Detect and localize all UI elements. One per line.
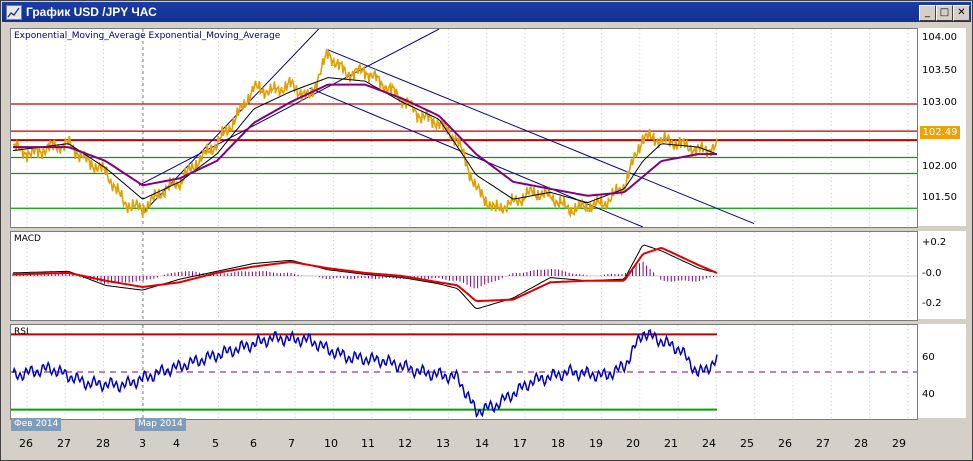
day-label: 6 — [250, 437, 257, 450]
price-tick: 101.50 — [922, 192, 957, 203]
rsi-panel-label: RSI — [14, 327, 29, 337]
chart-app-icon — [6, 5, 22, 20]
day-label: 27 — [816, 437, 830, 450]
rsi-tick: 40 — [922, 389, 935, 400]
day-label: 3 — [139, 437, 146, 450]
day-label: 21 — [664, 437, 678, 450]
day-label: 25 — [740, 437, 754, 450]
day-label: 11 — [361, 437, 375, 450]
macd-tick: -0.0 — [922, 268, 942, 279]
title-bar[interactable]: График USD /JPY ЧАС _ □ ✕ — [2, 2, 971, 22]
day-label: 28 — [96, 437, 110, 450]
day-label: 26 — [778, 437, 792, 450]
current-price-badge: 102.49 — [920, 126, 960, 139]
rsi-axis: 60 40 — [918, 324, 966, 418]
close-button[interactable]: ✕ — [953, 5, 970, 21]
day-label: 12 — [398, 437, 412, 450]
rsi-tick: 60 — [922, 352, 935, 363]
price-tick: 103.50 — [922, 65, 957, 76]
day-label: 27 — [57, 437, 71, 450]
month-tag: Фев 2014 — [11, 418, 62, 431]
rsi-panel[interactable]: RSI — [10, 324, 918, 420]
macd-tick: -0.2 — [922, 298, 942, 309]
day-label: 17 — [513, 437, 527, 450]
channel-line — [138, 29, 440, 186]
price-tick: 104.00 — [922, 32, 957, 43]
day-label: 18 — [551, 437, 565, 450]
window-title: График USD /JPY ЧАС — [26, 5, 157, 19]
chart-window: График USD /JPY ЧАС _ □ ✕ Exponential_Mo… — [0, 0, 973, 461]
day-label: 19 — [589, 437, 603, 450]
month-tag: Мар 2014 — [135, 418, 186, 431]
day-label: 13 — [436, 437, 450, 450]
maximize-button[interactable]: □ — [936, 5, 953, 21]
day-label: 26 — [19, 437, 33, 450]
day-label: 14 — [475, 437, 489, 450]
macd-panel[interactable]: MACD — [10, 231, 918, 321]
macd-chart — [11, 232, 917, 320]
price-tick: 103.00 — [922, 97, 957, 108]
time-axis: Фев 2014 Мар 2014 26 27 28 3 4 5 6 7 10 … — [3, 418, 917, 457]
price-panel[interactable]: Exponential_Moving_Average Exponential_M… — [10, 28, 918, 228]
minimize-button[interactable]: _ — [919, 5, 936, 21]
price-axis: 104.00 103.50 103.00 102.49 102.00 101.5… — [918, 28, 966, 226]
day-label: 7 — [288, 437, 295, 450]
macd-axis: +0.2 -0.0 -0.2 — [918, 231, 966, 319]
rsi-chart — [11, 325, 917, 419]
macd-panel-label: MACD — [14, 234, 41, 244]
price-panel-label: Exponential_Moving_Average Exponential_M… — [14, 31, 281, 41]
day-label: 20 — [626, 437, 640, 450]
day-label: 29 — [892, 437, 906, 450]
macd-tick: +0.2 — [922, 237, 947, 248]
day-label: 28 — [854, 437, 868, 450]
price-chart — [11, 29, 917, 227]
day-label: 24 — [702, 437, 716, 450]
price-tick: 102.00 — [922, 161, 957, 172]
day-label: 4 — [173, 437, 180, 450]
rsi-line — [12, 328, 718, 419]
day-label: 10 — [324, 437, 338, 450]
price-series — [12, 48, 718, 218]
day-label: 5 — [212, 437, 219, 450]
